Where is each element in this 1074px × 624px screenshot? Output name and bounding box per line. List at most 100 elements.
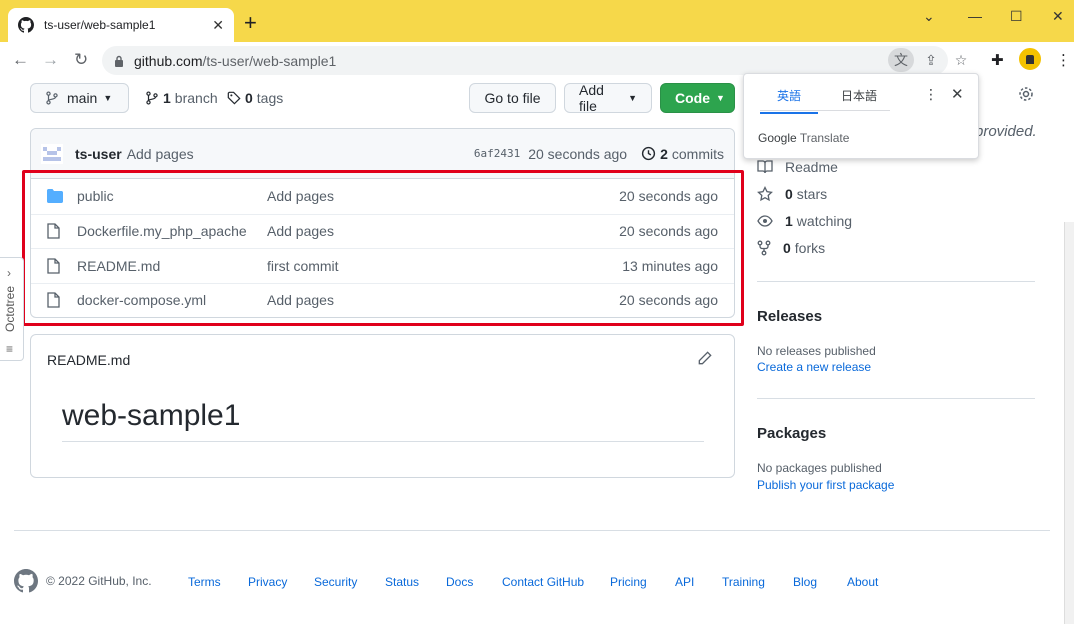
go-to-file-label: Go to file (484, 90, 541, 106)
octotree-toggle[interactable]: › Octotree ≡ (0, 257, 24, 361)
commit-message-link[interactable]: Add pages (127, 146, 474, 162)
footer-link-contact[interactable]: Contact GitHub (502, 575, 584, 589)
octotree-label: Octotree (3, 285, 17, 332)
code-button[interactable]: Code ▼ (660, 83, 735, 113)
history-clock-icon (641, 146, 656, 161)
repo-page: main ▼ 1 branch 0 tags Go to file Add fi… (0, 78, 1074, 624)
tags-link[interactable]: 0 tags (227, 90, 283, 106)
back-arrow-icon[interactable]: ← (12, 50, 29, 70)
stars-label: stars (796, 186, 828, 202)
readme-box: README.md web-sample1 (30, 334, 735, 478)
eye-icon (757, 215, 773, 227)
more-options-icon[interactable]: ⋮ (924, 86, 938, 103)
create-release-link[interactable]: Create a new release (757, 360, 871, 374)
packages-heading[interactable]: Packages (757, 425, 826, 442)
caret-down-icon: ▼ (628, 93, 637, 103)
sidebar-divider (757, 398, 1035, 399)
close-window-icon[interactable]: ✕ (1052, 8, 1064, 25)
footer-link-api[interactable]: API (675, 575, 694, 589)
forks-count: 0 (783, 240, 791, 256)
reload-icon[interactable]: ↻ (74, 50, 88, 70)
branch-icon (146, 91, 158, 105)
watching-label: watching (796, 213, 853, 229)
close-icon[interactable]: ✕ (951, 85, 964, 103)
branches-label: branch (174, 90, 218, 106)
browser-tab[interactable]: ts-user/web-sample1 ✕ (8, 8, 234, 42)
commit-author-link[interactable]: ts-user (75, 146, 122, 162)
github-favicon-icon (18, 17, 34, 33)
github-logo-icon[interactable] (14, 569, 38, 593)
readme-filename: README.md (47, 352, 131, 368)
brand-google: Google (758, 131, 797, 145)
edit-pencil-icon[interactable] (698, 351, 712, 365)
footer-link-docs[interactable]: Docs (446, 575, 473, 589)
commits-count: 2 (660, 145, 668, 162)
branches-count: 1 (163, 90, 171, 106)
tab-search-chevron-icon[interactable]: ⌄ (923, 8, 935, 25)
chevron-right-icon[interactable]: › (7, 266, 11, 280)
forward-arrow-icon[interactable]: → (42, 50, 59, 70)
readme-heading: web-sample1 (62, 399, 704, 442)
url-path: /ts-user/web-sample1 (202, 52, 337, 69)
maximize-icon[interactable]: ☐ (1010, 8, 1023, 25)
releases-heading[interactable]: Releases (757, 308, 822, 325)
tab-title: ts-user/web-sample1 (44, 18, 156, 32)
address-bar[interactable]: github.com/ts-user/web-sample1 文 ⇪ ☆ (102, 46, 967, 75)
star-icon (757, 186, 773, 202)
gear-icon[interactable] (1018, 86, 1034, 102)
readme-link[interactable]: Readme (757, 159, 838, 175)
commits-history-link[interactable]: 2 commits (641, 146, 724, 162)
footer-link-blog[interactable]: Blog (793, 575, 817, 589)
branches-link[interactable]: 1 branch (145, 90, 218, 106)
commits-label: commits (671, 145, 724, 162)
footer-link-pricing[interactable]: Pricing (610, 575, 647, 589)
commit-author-avatar[interactable] (41, 143, 63, 164)
stars-count: 0 (785, 186, 793, 202)
forks-link[interactable]: 0 forks (757, 240, 825, 256)
footer-link-privacy[interactable]: Privacy (248, 575, 287, 589)
share-icon[interactable]: ⇪ (918, 48, 944, 72)
translate-icon[interactable]: 文 (888, 48, 914, 72)
tag-icon (227, 91, 241, 105)
watching-count: 1 (785, 213, 793, 229)
extensions-puzzle-icon[interactable]: ✚ (991, 51, 1004, 69)
close-tab-icon[interactable]: ✕ (212, 17, 224, 34)
footer-link-terms[interactable]: Terms (188, 575, 221, 589)
highlight-annotation-box (22, 170, 744, 326)
watching-link[interactable]: 1 watching (757, 213, 852, 229)
go-to-file-button[interactable]: Go to file (469, 83, 556, 113)
footer-link-training[interactable]: Training (722, 575, 765, 589)
translate-tab-target[interactable]: 日本語 (828, 87, 890, 104)
branch-select-button[interactable]: main ▼ (30, 83, 129, 113)
google-translate-popup: 英語 日本語 ⋮ ✕ Google Translate (743, 73, 979, 159)
add-file-label: Add file (579, 82, 604, 114)
caret-down-icon: ▼ (103, 93, 113, 103)
publish-package-link[interactable]: Publish your first package (757, 478, 894, 492)
add-file-button[interactable]: Add file ▼ (564, 82, 652, 114)
hamburger-icon[interactable]: ≡ (6, 342, 13, 356)
page-scrollbar[interactable] (1064, 222, 1074, 624)
packages-empty-text: No packages published (757, 461, 882, 475)
stars-link[interactable]: 0 stars (757, 186, 827, 202)
minimize-icon[interactable]: — (968, 8, 982, 24)
browser-menu-icon[interactable]: ⋮ (1056, 51, 1071, 69)
commit-sha-link[interactable]: 6af2431 (474, 147, 520, 160)
bookmark-star-icon[interactable]: ☆ (948, 48, 974, 72)
footer-divider (14, 530, 1050, 531)
fork-icon (757, 240, 771, 256)
tags-count: 0 (245, 90, 253, 106)
commit-time: 20 seconds ago (528, 145, 628, 162)
about-description-fragment: provided. (975, 123, 1037, 140)
url-text: github.com/ts-user/web-sample1 (134, 53, 336, 69)
footer-link-about[interactable]: About (847, 575, 878, 589)
google-translate-brand: Google Translate (758, 131, 849, 145)
url-host: github.com (134, 52, 203, 69)
forks-label: forks (794, 240, 826, 256)
footer-link-security[interactable]: Security (314, 575, 357, 589)
copyright-text: © 2022 GitHub, Inc. (46, 574, 152, 588)
branch-icon (46, 91, 58, 105)
footer-link-status[interactable]: Status (385, 575, 419, 589)
browser-tab-strip: ts-user/web-sample1 ✕ + ⌄ — ☐ ✕ (0, 0, 1074, 42)
profile-avatar[interactable] (1019, 48, 1041, 70)
new-tab-icon[interactable]: + (244, 12, 257, 34)
